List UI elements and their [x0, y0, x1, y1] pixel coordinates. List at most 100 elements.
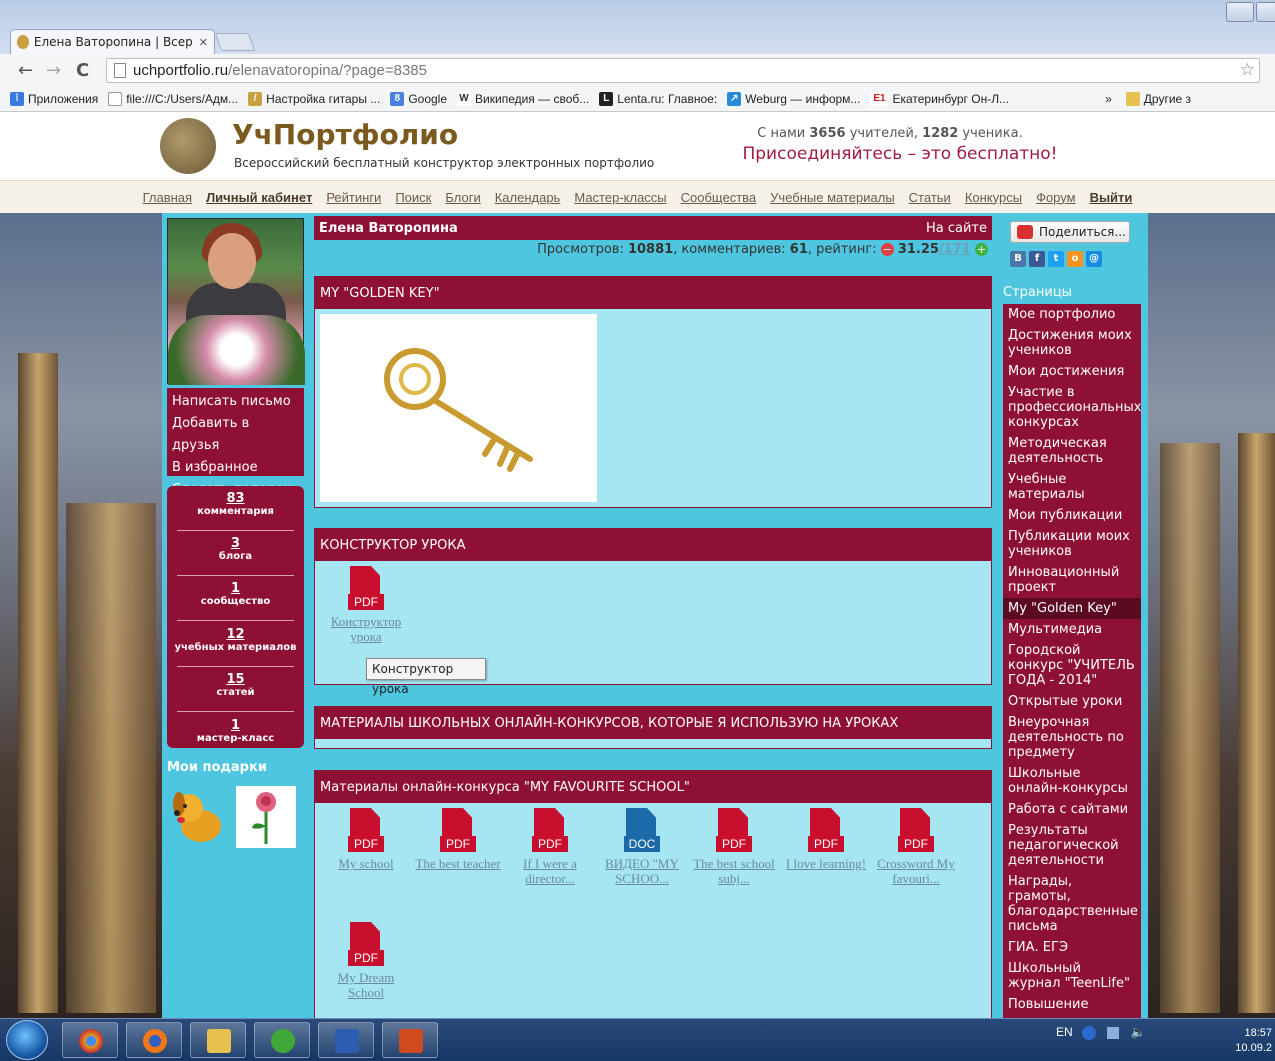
- address-bar[interactable]: uchportfolio.ru/elenavatoropina/?page=83…: [106, 58, 1260, 83]
- clock[interactable]: 18:57 10.09.2: [1232, 1026, 1272, 1056]
- file-best-teacher[interactable]: PDF The best teacher: [414, 808, 502, 871]
- add-friend-link[interactable]: Добавить в друзья: [172, 413, 299, 457]
- page-item[interactable]: Школьный журнал "TeenLife": [1003, 958, 1141, 994]
- taskbar-utorrent[interactable]: [254, 1022, 310, 1058]
- counter-communities[interactable]: 1 сообщество: [167, 581, 304, 607]
- file-my-dream-school[interactable]: PDF My Dream School: [322, 922, 410, 1000]
- nav-ratings[interactable]: Рейтинги: [326, 190, 381, 205]
- logo-icon[interactable]: [160, 118, 216, 174]
- taskbar-firefox[interactable]: [126, 1022, 182, 1058]
- write-letter-link[interactable]: Написать письмо: [172, 391, 299, 413]
- bookmark-file[interactable]: file:///C:/Users/Адм...: [108, 92, 238, 106]
- bookmark-google[interactable]: 8 Google: [390, 92, 447, 106]
- nav-communities[interactable]: Сообщества: [681, 190, 757, 205]
- page-item[interactable]: Учебные материалы: [1003, 469, 1141, 505]
- page-item[interactable]: Городской конкурс "УЧИТЕЛЬ ГОДА - 2014": [1003, 640, 1141, 691]
- forward-icon[interactable]: →: [46, 60, 61, 81]
- counter-comments[interactable]: 83 комментария: [167, 491, 304, 517]
- nav-search[interactable]: Поиск: [395, 190, 431, 205]
- bookmark-lenta[interactable]: L Lenta.ru: Главное:: [599, 92, 717, 106]
- file-i-love-learning[interactable]: PDF I love learning!: [782, 808, 870, 871]
- bookmark-wikipedia[interactable]: W Википедия — своб...: [457, 92, 589, 106]
- page-item-active[interactable]: My "Golden Key": [1003, 598, 1141, 619]
- nav-contests[interactable]: Конкурсы: [965, 190, 1022, 205]
- vk-icon[interactable]: B: [1010, 251, 1026, 267]
- taskbar-powerpoint[interactable]: [382, 1022, 438, 1058]
- odnoklassniki-icon[interactable]: o: [1067, 251, 1083, 267]
- facebook-icon[interactable]: f: [1029, 251, 1045, 267]
- language-indicator[interactable]: EN: [1056, 1025, 1073, 1039]
- close-tab-icon[interactable]: ✕: [199, 36, 208, 49]
- page-item[interactable]: Школьные онлайн-конкурсы: [1003, 763, 1141, 799]
- page-item[interactable]: Повышение: [1003, 994, 1141, 1015]
- nav-home[interactable]: Главная: [143, 190, 192, 205]
- page-item[interactable]: Результаты педагогической деятельности: [1003, 820, 1141, 871]
- gift-rose-image[interactable]: [236, 786, 296, 848]
- reload-icon[interactable]: C: [76, 60, 89, 81]
- page-item[interactable]: Внеурочная деятельность по предмету: [1003, 712, 1141, 763]
- nav-materials[interactable]: Учебные материалы: [770, 190, 895, 205]
- nav-forum[interactable]: Форум: [1036, 190, 1076, 205]
- help-icon[interactable]: [1082, 1025, 1097, 1040]
- file-crossword[interactable]: PDF Crossword My favouri...: [872, 808, 960, 886]
- page-item[interactable]: Инновационный проект: [1003, 562, 1141, 598]
- page-item[interactable]: Мультимедиа: [1003, 619, 1141, 640]
- page-item[interactable]: Награды, грамоты, благодарственные письм…: [1003, 871, 1141, 937]
- back-icon[interactable]: ←: [18, 60, 33, 81]
- rating-total[interactable]: /171: [939, 242, 971, 257]
- logo-title[interactable]: УчПортфолио: [232, 118, 458, 151]
- page-item[interactable]: Мои публикации: [1003, 505, 1141, 526]
- counter-materials[interactable]: 12 учебных материалов: [167, 627, 304, 653]
- page-item[interactable]: Работа с сайтами: [1003, 799, 1141, 820]
- nav-blogs[interactable]: Блоги: [445, 190, 480, 205]
- gift-dog-image[interactable]: [167, 786, 229, 848]
- page-item[interactable]: Достижения моих учеников: [1003, 325, 1141, 361]
- file-video-my-school[interactable]: DOC ВИДЕО "MY SCHOO...: [598, 808, 686, 886]
- bookmark-apps[interactable]: ⁞ Приложения: [10, 92, 98, 106]
- start-button[interactable]: [6, 1020, 48, 1060]
- nav-articles[interactable]: Статьи: [909, 190, 951, 205]
- bookmark-weburg[interactable]: ↗ Weburg — информ...: [727, 92, 860, 106]
- new-tab-button[interactable]: [214, 33, 256, 51]
- taskbar-word[interactable]: [318, 1022, 374, 1058]
- volume-icon[interactable]: 🔈: [1131, 1025, 1146, 1039]
- nav-masterclasses[interactable]: Мастер-классы: [574, 190, 666, 205]
- golden-key-image[interactable]: [320, 314, 597, 502]
- taskbar-chrome[interactable]: [62, 1022, 118, 1058]
- network-icon[interactable]: [1107, 1026, 1120, 1039]
- browser-tab[interactable]: Елена Ватоpопина | Всер ✕: [10, 29, 215, 54]
- twitter-icon[interactable]: t: [1048, 251, 1064, 267]
- counter-articles[interactable]: 15 статей: [167, 672, 304, 698]
- page-item[interactable]: Мое портфолио: [1003, 304, 1141, 325]
- bookmark-star-icon[interactable]: ☆: [1240, 60, 1255, 80]
- other-bookmarks[interactable]: Другие з: [1125, 92, 1191, 106]
- file-if-i-were-director[interactable]: PDF If I were a director...: [506, 808, 594, 886]
- nav-cabinet[interactable]: Личный кабинет: [206, 190, 312, 205]
- taskbar-explorer[interactable]: [190, 1022, 246, 1058]
- counter-masterclass[interactable]: 1 мастер-класс: [167, 718, 304, 744]
- rating-plus-icon[interactable]: +: [975, 243, 988, 256]
- nav-logout[interactable]: Выйти: [1090, 190, 1133, 205]
- file-my-school[interactable]: PDF My school: [322, 808, 410, 871]
- nav-calendar[interactable]: Календарь: [495, 190, 561, 205]
- rating-minus-icon[interactable]: −: [880, 243, 894, 256]
- page-item[interactable]: Мои достижения: [1003, 361, 1141, 382]
- bookmark-guitar[interactable]: / Настройка гитары ...: [248, 92, 380, 106]
- favorites-link[interactable]: В избранное: [172, 457, 299, 479]
- file-best-school-subject[interactable]: PDF The best school subj...: [690, 808, 778, 886]
- file-constructor[interactable]: PDF Конструктор урока: [322, 566, 410, 644]
- mailru-icon[interactable]: @: [1086, 251, 1102, 267]
- page-item[interactable]: Публикации моих учеников: [1003, 526, 1141, 562]
- page-item[interactable]: Открытые уроки: [1003, 691, 1141, 712]
- bookmark-e1[interactable]: E1 Екатеринбург Он-Л...: [870, 92, 1009, 106]
- maximize-button[interactable]: [1256, 2, 1275, 22]
- page-item[interactable]: Методическая деятельность: [1003, 433, 1141, 469]
- page-item[interactable]: Участие в профессиональных конкурсах: [1003, 382, 1141, 433]
- file-caption[interactable]: Конструктор урока: [322, 614, 410, 644]
- more-bookmarks-button[interactable]: »: [1105, 92, 1112, 106]
- page-item[interactable]: ГИА. ЕГЭ: [1003, 937, 1141, 958]
- share-button[interactable]: Поделиться...: [1010, 221, 1130, 243]
- bookmarks-bar: ⁞ Приложения file:///C:/Users/Адм... / Нас…: [0, 87, 1275, 112]
- minimize-button[interactable]: [1226, 2, 1254, 22]
- counter-blogs[interactable]: 3 блога: [167, 536, 304, 562]
